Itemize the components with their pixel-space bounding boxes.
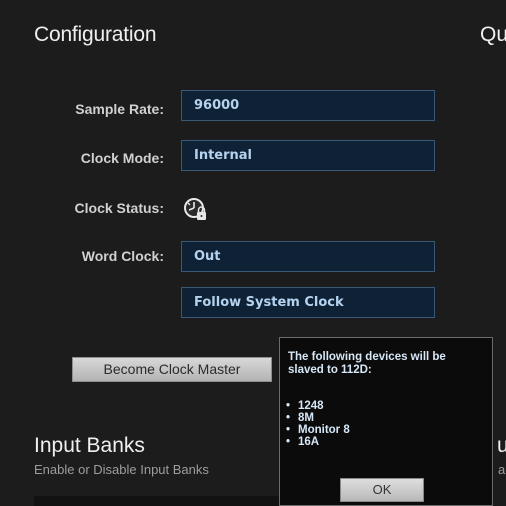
right-section-title-cut: u [497, 434, 506, 457]
list-item: 1248 [286, 400, 350, 412]
list-item: 16A [286, 436, 350, 448]
quick-section-title-cut: Qu [480, 23, 506, 46]
configuration-panel: Configuration Qu Sample Rate: 96000 Cloc… [0, 0, 506, 506]
slave-devices-popup: The following devices will be slaved to … [279, 337, 493, 506]
become-clock-master-button[interactable]: Become Clock Master [72, 357, 272, 382]
list-item: Monitor 8 [286, 424, 350, 436]
right-section-subtitle-cut: a [498, 462, 506, 477]
slaved-devices-list: 1248 8M Monitor 8 16A [286, 400, 350, 448]
ok-button[interactable]: OK [340, 478, 424, 502]
input-banks-list-top [34, 496, 284, 506]
clock-lock-icon [184, 198, 206, 220]
list-item: 8M [286, 412, 350, 424]
clock-mode-field[interactable]: Internal [181, 140, 435, 171]
sample-rate-label: Sample Rate: [75, 101, 164, 117]
word-clock-field[interactable]: Out [181, 241, 435, 272]
popup-message: The following devices will be slaved to … [288, 351, 446, 376]
sample-rate-field[interactable]: 96000 [181, 90, 435, 121]
clock-mode-label: Clock Mode: [80, 150, 164, 166]
input-banks-title: Input Banks [34, 434, 145, 457]
input-banks-subtitle: Enable or Disable Input Banks [34, 462, 209, 477]
word-clock-source-field[interactable]: Follow System Clock [181, 287, 435, 318]
clock-status-label: Clock Status: [74, 200, 164, 216]
configuration-title: Configuration [34, 23, 157, 46]
word-clock-label: Word Clock: [81, 248, 164, 264]
